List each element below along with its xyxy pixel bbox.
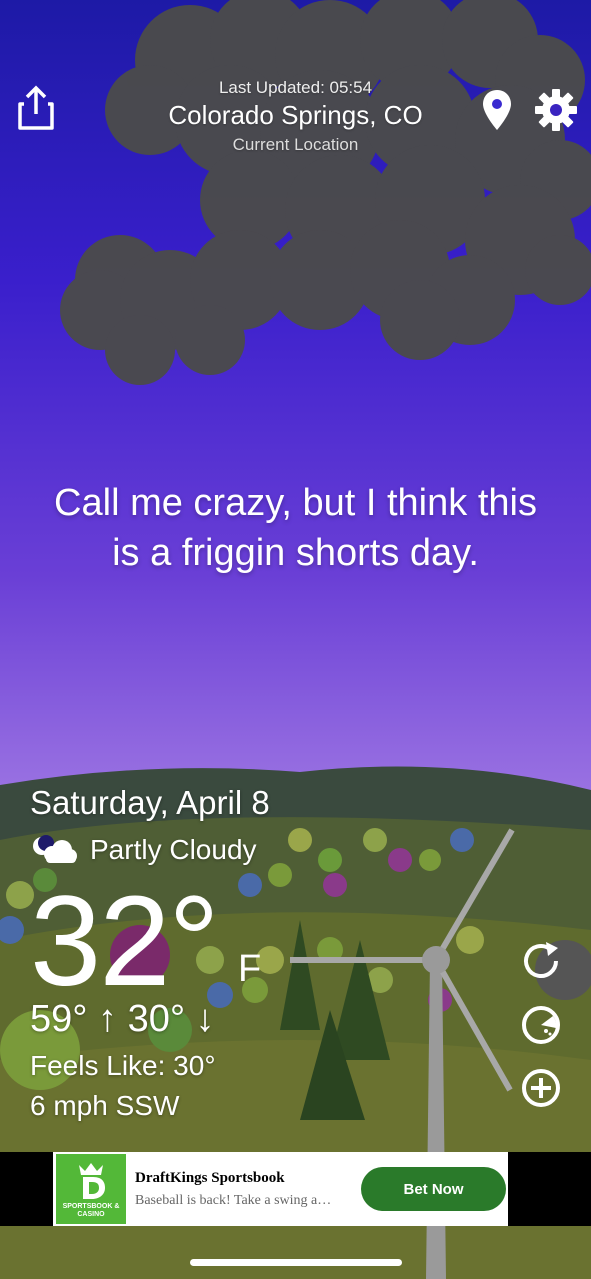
ad-title: DraftKings Sportsbook <box>135 1169 285 1186</box>
draftkings-logo: SPORTSBOOK & CASINO <box>56 1154 126 1224</box>
current-temperature: 32° <box>30 870 220 1013</box>
ad-banner[interactable]: SPORTSBOOK & CASINO DraftKings Sportsboo… <box>53 1152 508 1226</box>
location-button[interactable] <box>480 88 514 132</box>
bet-now-button[interactable]: Bet Now <box>361 1167 506 1211</box>
ad-subtitle: Baseball is back! Take a swing a… <box>135 1192 332 1208</box>
settings-button[interactable] <box>534 88 578 132</box>
logo-text: SPORTSBOOK & CASINO <box>62 1203 120 1218</box>
share-icon <box>18 85 54 130</box>
weather-summary: Saturday, April 8 Partly Cloudy <box>30 784 270 866</box>
temperature-unit[interactable]: F <box>238 948 261 991</box>
wind: 6 mph SSW <box>30 1090 180 1121</box>
condition-text: Partly Cloudy <box>90 834 257 865</box>
city-name[interactable]: Colorado Springs, CO <box>120 100 471 131</box>
gear-icon <box>535 89 577 131</box>
add-button[interactable] <box>520 1067 562 1109</box>
condition-row: Partly Cloudy <box>30 834 270 866</box>
temperature-block: 32° F <box>30 870 261 1013</box>
feels-like: Feels Like: 30° <box>30 1050 216 1081</box>
location-header: Last Updated: 05:54 Colorado Springs, CO… <box>120 78 471 155</box>
refresh-icon <box>524 942 558 978</box>
radar-icon <box>522 1006 560 1044</box>
home-indicator[interactable] <box>190 1259 402 1266</box>
message-line-1: Call me crazy, but I think this <box>54 482 537 524</box>
add-icon <box>522 1069 560 1107</box>
location-pin-icon <box>483 90 511 130</box>
refresh-button[interactable] <box>520 940 562 982</box>
ad-text: DraftKings Sportsbook Baseball is back! … <box>135 1170 347 1209</box>
message-line-2: is a friggin shorts day. <box>112 532 479 574</box>
share-button[interactable] <box>16 84 56 132</box>
high-low: 59° ↑ 30° ↓ <box>30 998 215 1040</box>
top-bar: Last Updated: 05:54 Colorado Springs, CO… <box>0 0 591 170</box>
date-label: Saturday, April 8 <box>30 784 270 821</box>
crown-d-icon <box>79 1163 105 1199</box>
last-updated: Last Updated: 05:54 <box>218 78 373 97</box>
radar-button[interactable] <box>520 1004 562 1046</box>
weather-message: Call me crazy, but I think this is a fri… <box>20 478 571 578</box>
moon-cloud-icon <box>33 835 77 863</box>
location-label: Current Location <box>232 135 359 154</box>
